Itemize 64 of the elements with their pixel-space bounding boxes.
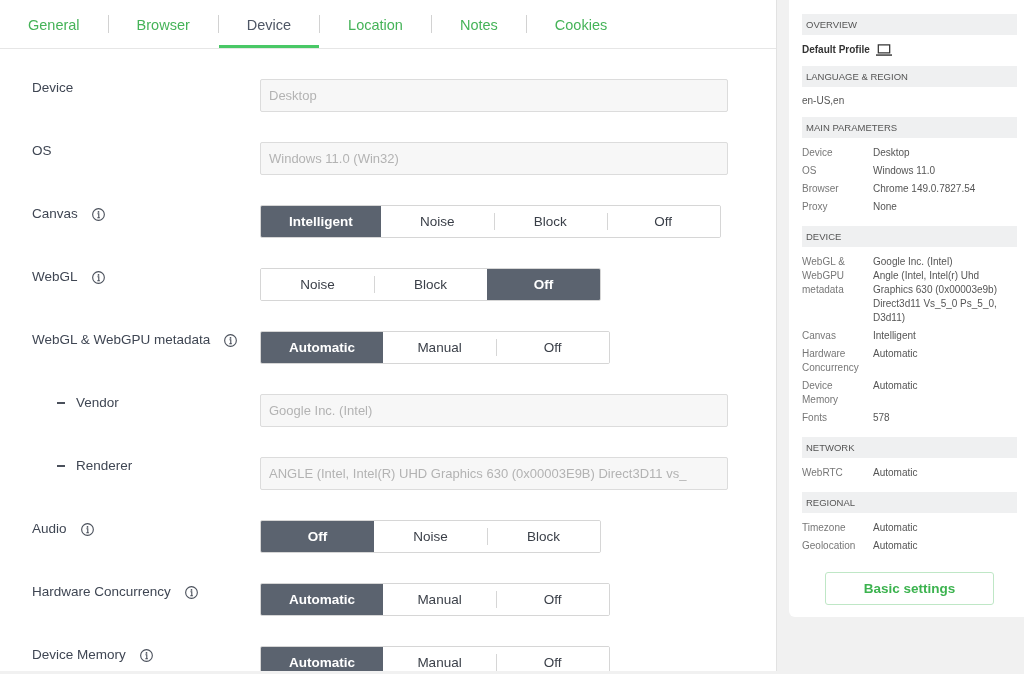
segment-option[interactable]: Off bbox=[261, 521, 374, 552]
indent-dash-icon bbox=[57, 465, 65, 467]
setting-label: OS bbox=[32, 142, 52, 160]
indent-dash-icon bbox=[57, 402, 65, 404]
param-value: Google Inc. (Intel) bbox=[873, 255, 954, 269]
section-header: MAIN PARAMETERS bbox=[802, 117, 1017, 138]
info-icon[interactable] bbox=[224, 333, 238, 347]
info-icon[interactable] bbox=[91, 207, 105, 221]
param-value: Angle (Intel, Intel(r) Uhd Graphics 630 (0x00003e9b) Direct3d11 Vs_5_0 Ps_5_0, D3d11) bbox=[873, 269, 998, 325]
profile-name: Default Profile bbox=[802, 43, 870, 57]
setting-label: Hardware Concurrency bbox=[32, 583, 171, 601]
segment-option[interactable]: Off bbox=[606, 206, 720, 237]
param-key: Timezone bbox=[802, 521, 873, 535]
param-value: Automatic bbox=[873, 521, 919, 535]
setting-label: Device bbox=[32, 79, 74, 97]
section-header: OVERVIEW bbox=[802, 14, 1017, 35]
tab[interactable]: Device bbox=[218, 0, 320, 48]
segment-option[interactable]: Block bbox=[487, 521, 600, 552]
section-header: LANGUAGE & REGION bbox=[802, 66, 1017, 87]
section-header: NETWORK bbox=[802, 437, 1017, 458]
param-key: WebGL & WebGPU metadata bbox=[802, 255, 873, 325]
segment-option[interactable]: Automatic bbox=[261, 584, 383, 615]
param-key: Device bbox=[802, 146, 873, 160]
param-value: Automatic bbox=[873, 347, 919, 361]
section-text: en-US,en bbox=[802, 94, 846, 108]
param-key: Canvas bbox=[802, 329, 873, 343]
setting-label: Canvas bbox=[32, 205, 78, 223]
segment-option[interactable]: Off bbox=[487, 269, 600, 300]
setting-label: Device Memory bbox=[32, 646, 126, 664]
param-key: WebRTC bbox=[802, 466, 873, 480]
param-value: None bbox=[873, 200, 898, 214]
segment-option[interactable]: Off bbox=[496, 647, 609, 671]
info-icon[interactable] bbox=[80, 522, 94, 536]
param-value: Automatic bbox=[873, 379, 919, 393]
param-key: Browser bbox=[802, 182, 873, 196]
param-key: Hardware Concurrency bbox=[802, 347, 873, 375]
setting-label: WebGL bbox=[32, 268, 78, 286]
param-value: Desktop bbox=[873, 146, 911, 160]
param-key: OS bbox=[802, 164, 873, 178]
param-value: Automatic bbox=[873, 466, 919, 480]
param-value: 578 bbox=[873, 411, 891, 425]
info-icon[interactable] bbox=[139, 648, 153, 662]
segment-option[interactable]: Off bbox=[496, 584, 609, 615]
section-header: REGIONAL bbox=[802, 492, 1017, 513]
section-header: DEVICE bbox=[802, 226, 1017, 247]
setting-label: Renderer bbox=[76, 457, 133, 475]
param-value: Automatic bbox=[873, 539, 919, 553]
param-value: Windows 11.0 bbox=[873, 164, 937, 178]
segment-option[interactable]: Intelligent bbox=[261, 206, 381, 237]
setting-label: WebGL & WebGPU metadata bbox=[32, 331, 211, 349]
segment-option[interactable]: Automatic bbox=[261, 332, 383, 363]
laptop-icon bbox=[875, 44, 892, 56]
param-key: Proxy bbox=[802, 200, 873, 214]
info-icon[interactable] bbox=[184, 585, 198, 599]
param-value: Chrome 149.0.7827.54 bbox=[873, 182, 977, 196]
param-value: Intelligent bbox=[873, 329, 917, 343]
setting-label: Audio bbox=[32, 520, 67, 538]
setting-label: Vendor bbox=[76, 394, 119, 412]
param-key: Geolocation bbox=[802, 539, 873, 553]
info-icon[interactable] bbox=[91, 270, 105, 284]
segment-option[interactable]: Automatic bbox=[261, 647, 383, 671]
segment-option[interactable]: Off bbox=[496, 332, 609, 363]
param-key: Fonts bbox=[802, 411, 873, 425]
param-key: Device Memory bbox=[802, 379, 873, 407]
